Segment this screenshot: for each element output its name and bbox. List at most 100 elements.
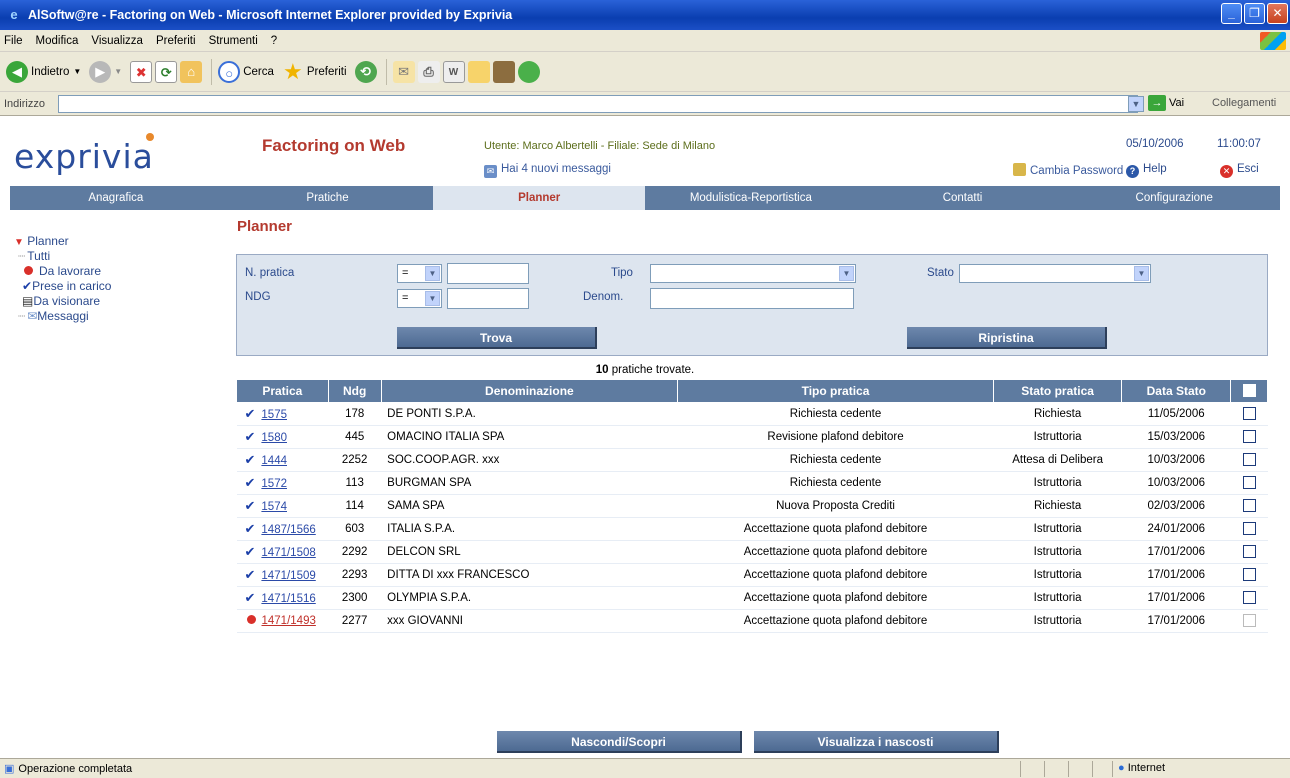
- restore-button[interactable]: ❐: [1244, 3, 1265, 24]
- col-data-stato[interactable]: Data Stato: [1121, 379, 1232, 403]
- messenger-icon[interactable]: [517, 60, 540, 83]
- col-select-all[interactable]: [1230, 379, 1268, 403]
- sidebar-root[interactable]: ▼ Planner: [14, 234, 111, 249]
- row-checkbox[interactable]: [1242, 522, 1256, 535]
- n-pratica-label: N. pratica: [245, 267, 295, 279]
- pratica-link[interactable]: 1575: [261, 409, 287, 421]
- pratica-link[interactable]: 1471/1516: [261, 593, 315, 605]
- hide-show-button[interactable]: Nascondi/Scopri: [497, 731, 742, 753]
- links-button[interactable]: Collegamenti: [1212, 97, 1276, 109]
- pratica-link[interactable]: 1471/1493: [262, 615, 316, 627]
- pratica-link[interactable]: 1574: [261, 501, 287, 513]
- nav-pratiche[interactable]: Pratiche: [222, 186, 434, 210]
- menu-modifica[interactable]: Modifica: [36, 35, 79, 47]
- pratica-link[interactable]: 1444: [261, 455, 287, 467]
- denom-input[interactable]: [650, 288, 854, 309]
- col-pratica[interactable]: Pratica: [236, 379, 329, 403]
- stato-cell: Istruttoria: [993, 517, 1122, 541]
- col-tipo-pratica[interactable]: Tipo pratica: [677, 379, 994, 403]
- tipo-cell: Accettazione quota plafond debitore: [677, 517, 994, 541]
- stato-select[interactable]: ▼: [959, 264, 1151, 283]
- table-row: ✔ 1487/1566 603 ITALIA S.P.A. Accettazion…: [236, 517, 1268, 541]
- stato-cell: Richiesta: [993, 494, 1122, 518]
- nav-contatti[interactable]: Contatti: [857, 186, 1069, 210]
- menu-visualizza[interactable]: Visualizza: [91, 35, 143, 47]
- nav-anagrafica[interactable]: Anagrafica: [10, 186, 222, 210]
- mail-icon[interactable]: ✉: [392, 60, 415, 83]
- tipo-label: Tipo: [611, 267, 633, 279]
- row-checkbox[interactable]: [1242, 591, 1256, 604]
- edit-icon[interactable]: W: [442, 60, 465, 83]
- pratica-link[interactable]: 1471/1508: [261, 547, 315, 559]
- ndg-input[interactable]: [447, 288, 529, 309]
- sidebar-item-da-visionare[interactable]: ▤Da visionare: [14, 294, 111, 309]
- row-checkbox[interactable]: [1242, 614, 1256, 627]
- favorites-button[interactable]: ★ Preferiti: [282, 60, 347, 83]
- ndg-operator-select[interactable]: = ▼: [397, 289, 442, 308]
- menu-preferiti[interactable]: Preferiti: [156, 35, 196, 47]
- address-dropdown-icon[interactable]: ▼: [1128, 96, 1144, 112]
- back-button[interactable]: ◀ Indietro ▼: [6, 60, 81, 83]
- pratica-link[interactable]: 1580: [261, 432, 287, 444]
- search-button[interactable]: ○ Cerca: [218, 60, 274, 83]
- sidebar-item-prese-in-carico[interactable]: ✔Prese in carico: [14, 279, 111, 294]
- tipo-cell: Richiesta cedente: [677, 471, 994, 495]
- nav-modulistica[interactable]: Modulistica-Reportistica: [645, 186, 857, 210]
- close-button[interactable]: ✕: [1267, 3, 1288, 24]
- row-checkbox[interactable]: [1242, 545, 1256, 558]
- windows-logo-icon: [1260, 32, 1286, 50]
- exit-link[interactable]: ✕ Esci: [1220, 163, 1259, 178]
- stop-icon[interactable]: ✖: [130, 60, 153, 83]
- row-checkbox[interactable]: [1242, 453, 1256, 466]
- table-row: ✔ 1574 114 SAMA SPA Nuova Proposta Credit…: [236, 494, 1268, 518]
- go-button[interactable]: → Vai: [1148, 95, 1184, 111]
- col-ndg[interactable]: Ndg: [327, 379, 382, 403]
- nav-configurazione[interactable]: Configurazione: [1068, 186, 1280, 210]
- row-checkbox[interactable]: [1242, 499, 1256, 512]
- chevron-down-icon: ▼: [839, 266, 854, 281]
- sidebar-item-messaggi[interactable]: ┈ ✉Messaggi: [14, 309, 111, 324]
- research-icon[interactable]: [492, 60, 515, 83]
- n-pratica-input[interactable]: [447, 263, 529, 284]
- web-page: exprivia Factoring on Web Utente: Marco …: [0, 117, 1290, 758]
- row-checkbox[interactable]: [1242, 407, 1256, 420]
- sidebar-item-da-lavorare[interactable]: Da lavorare: [14, 264, 111, 279]
- minimize-button[interactable]: _: [1221, 3, 1242, 24]
- show-hidden-button[interactable]: Visualizza i nascosti: [754, 731, 999, 753]
- history-icon[interactable]: ⟲: [354, 60, 377, 83]
- pratica-link[interactable]: 1471/1509: [261, 570, 315, 582]
- pratica-link[interactable]: 1572: [261, 478, 287, 490]
- home-icon[interactable]: ⌂: [180, 60, 203, 83]
- messages-link[interactable]: ✉ Hai 4 nuovi messaggi: [484, 163, 611, 178]
- menu-strumenti[interactable]: Strumenti: [209, 35, 258, 47]
- sidebar-item-tutti[interactable]: ┈ Tutti: [14, 249, 111, 264]
- table-row: ✔ 1572 113 BURGMAN SPA Richiesta cedente …: [236, 471, 1268, 495]
- change-password-link[interactable]: Cambia Password: [1013, 163, 1123, 177]
- address-bar: Indirizzo ▼ → Vai Collegamenti: [0, 92, 1290, 116]
- tipo-cell: Accettazione quota plafond debitore: [677, 609, 994, 633]
- pratica-link[interactable]: 1487/1566: [261, 524, 315, 536]
- row-checkbox[interactable]: [1242, 476, 1256, 489]
- menu-help[interactable]: ?: [271, 35, 277, 47]
- forward-button[interactable]: ▶ ▼: [89, 60, 122, 83]
- document-icon: ▤: [22, 294, 34, 308]
- col-stato-pratica[interactable]: Stato pratica: [992, 379, 1123, 403]
- nav-planner[interactable]: Planner: [433, 186, 646, 210]
- row-checkbox[interactable]: [1242, 430, 1256, 443]
- denominazione-cell: SAMA SPA: [381, 494, 678, 518]
- folder-icon[interactable]: [467, 60, 490, 83]
- row-checkbox[interactable]: [1242, 568, 1256, 581]
- address-input[interactable]: [58, 95, 1138, 113]
- menu-file[interactable]: File: [4, 35, 23, 47]
- col-denominazione[interactable]: Denominazione: [380, 379, 679, 403]
- tipo-select[interactable]: ▼: [650, 264, 856, 283]
- select-all-checkbox[interactable]: [1242, 384, 1256, 397]
- find-button[interactable]: Trova: [397, 327, 597, 349]
- stato-cell: Istruttoria: [993, 563, 1122, 587]
- help-link[interactable]: ? Help: [1126, 163, 1167, 178]
- refresh-icon[interactable]: ⟳: [155, 60, 178, 83]
- reset-button[interactable]: Ripristina: [907, 327, 1107, 349]
- app-title: Factoring on Web: [262, 136, 406, 155]
- n-pratica-operator-select[interactable]: = ▼: [397, 264, 442, 283]
- print-icon[interactable]: ⎙: [417, 60, 440, 83]
